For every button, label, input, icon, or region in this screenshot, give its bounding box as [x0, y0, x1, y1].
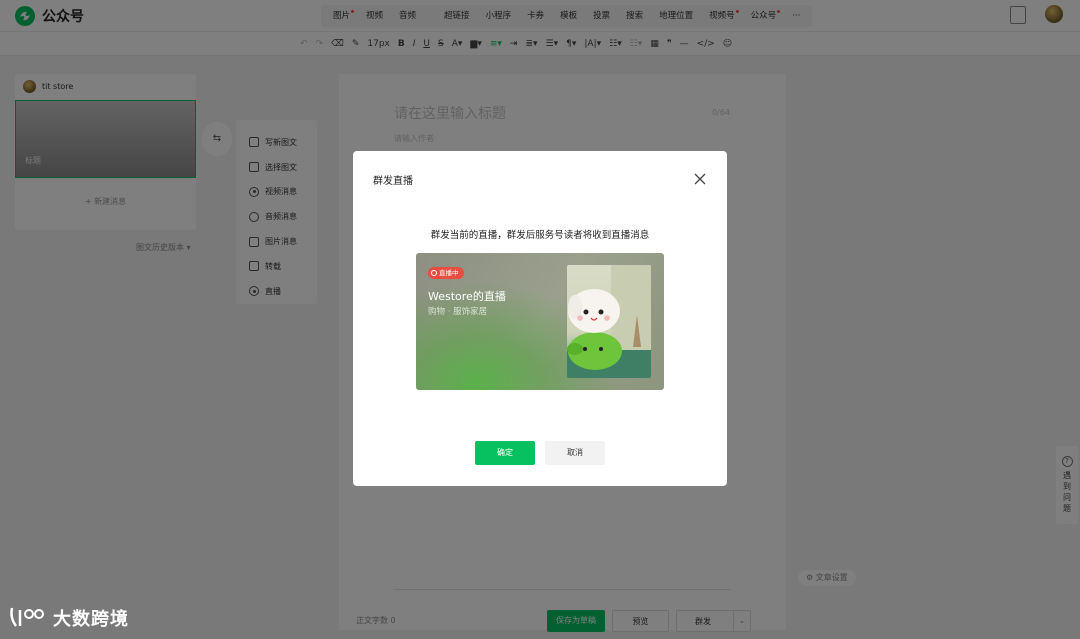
plush-toy-image — [567, 265, 651, 378]
watermark: 大数跨境 — [8, 604, 129, 632]
close-icon[interactable] — [693, 172, 707, 186]
live-name: Westore的直播 — [428, 290, 506, 303]
live-card: 直播中 Westore的直播 购物 · 服饰家居 — [416, 253, 664, 390]
watermark-text: 大数跨境 — [53, 609, 129, 630]
live-badge-label: 直播中 — [439, 269, 459, 277]
live-broadcast-dialog: 群发直播 群发当前的直播，群发后服务号读者将收到直播消息 直播中 Westore… — [353, 151, 727, 486]
confirm-button[interactable]: 确定 — [475, 441, 535, 465]
live-category: 购物 · 服饰家居 — [428, 307, 488, 317]
live-cover-image — [567, 265, 651, 378]
dialog-description: 群发当前的直播，群发后服务号读者将收到直播消息 — [430, 230, 650, 241]
watermark-logo-icon — [10, 607, 44, 627]
dialog-title: 群发直播 — [373, 176, 413, 187]
live-dot-icon — [431, 270, 437, 276]
cancel-button[interactable]: 取消 — [545, 441, 605, 465]
live-status-badge: 直播中 — [428, 267, 464, 279]
